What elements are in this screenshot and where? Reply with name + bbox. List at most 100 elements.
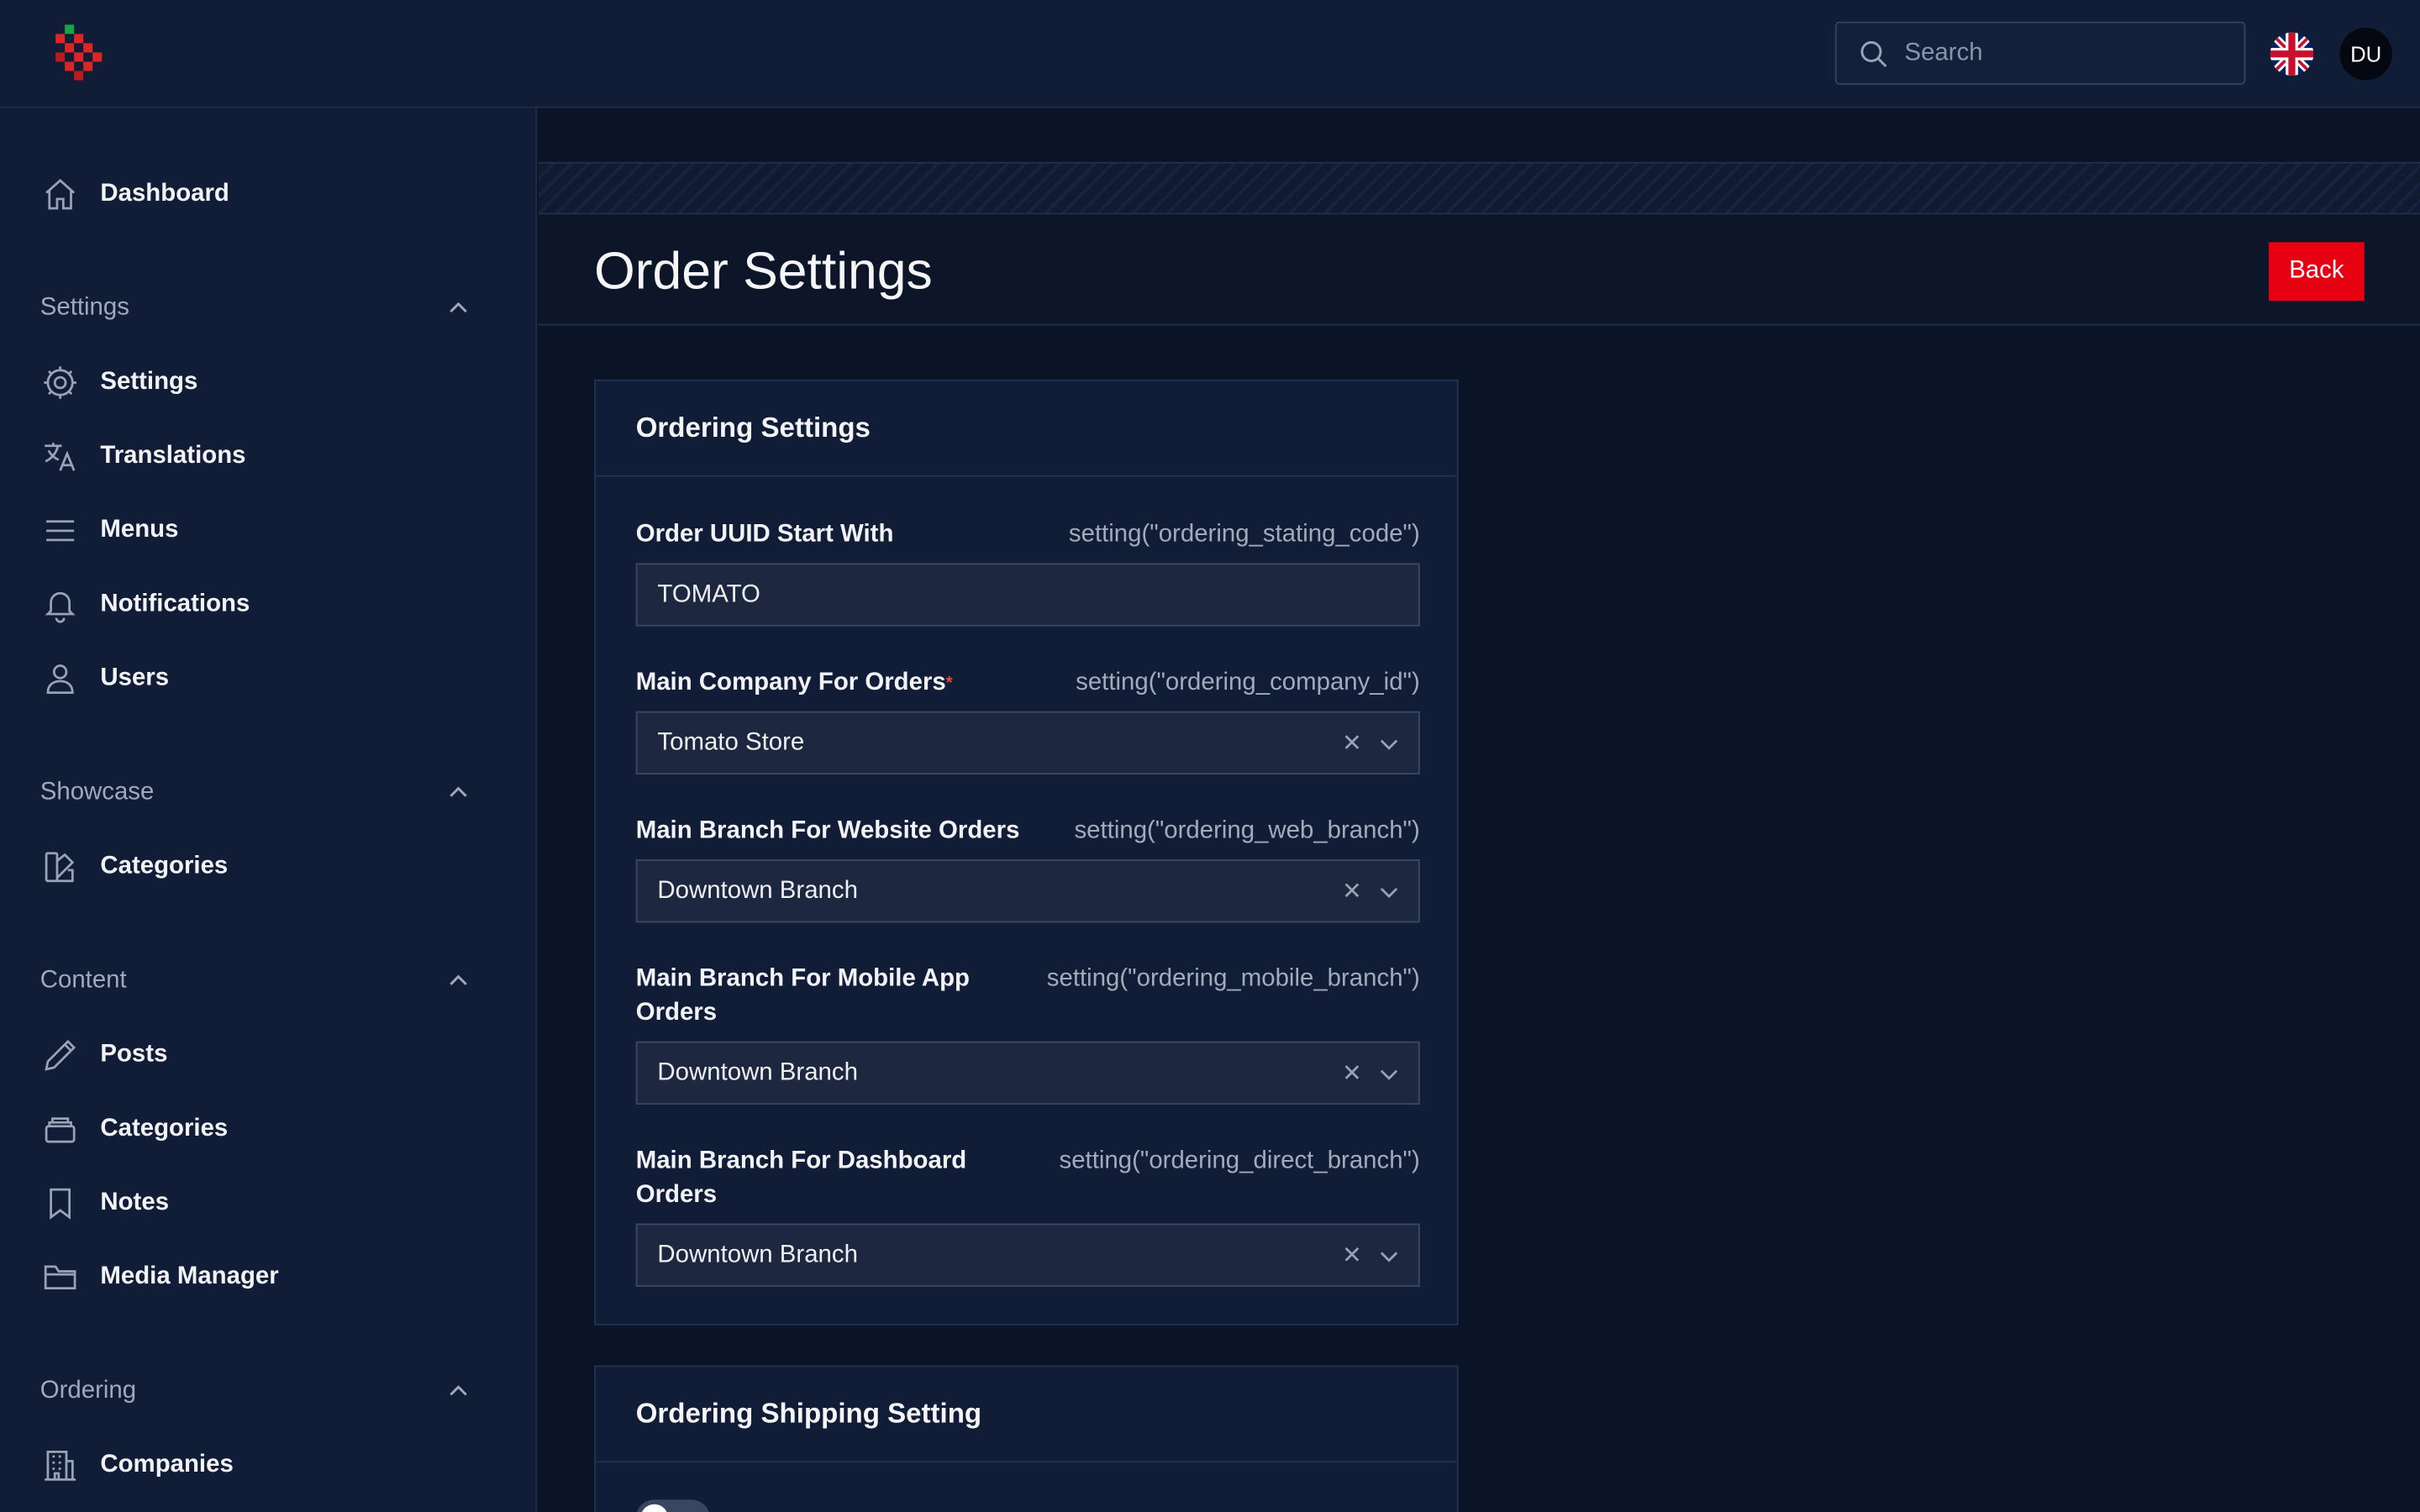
sidebar-item-label: Settings [100, 368, 198, 396]
gear-icon [40, 363, 81, 403]
select-value: Tomato Store [657, 728, 805, 756]
sidebar-item-users[interactable]: Users [40, 656, 169, 702]
card-title: Ordering Shipping Setting [595, 1367, 1457, 1463]
sidebar-group-content[interactable]: Content [40, 963, 470, 1000]
sidebar-item-label: Users [100, 664, 170, 691]
sidebar-group-ordering[interactable]: Ordering [40, 1373, 470, 1410]
sidebar-item-label: Categories [100, 1115, 229, 1142]
chevron-up-icon [450, 974, 467, 985]
search-input[interactable] [1904, 23, 2229, 84]
select-value: Downtown Branch [657, 1058, 858, 1086]
dashboard-branch-select[interactable]: Downtown Branch [635, 1223, 1420, 1287]
chevron-down-icon[interactable] [1378, 881, 1400, 903]
sidebar: Dashboard Settings Settings Translations… [0, 108, 538, 1512]
sidebar-item-label: Dashboard [100, 180, 229, 207]
web-branch-select[interactable]: Downtown Branch [635, 859, 1420, 923]
select-value: Downtown Branch [657, 1241, 858, 1268]
field-label: Order UUID Start With [635, 521, 894, 549]
page-header: Order Settings Back [539, 214, 2420, 326]
sidebar-item-translations[interactable]: Translations [40, 433, 246, 480]
field-label: Main Branch For Mobile App Orders [635, 965, 970, 1026]
user-avatar[interactable]: DU [2339, 28, 2392, 81]
stack-icon [40, 1110, 81, 1150]
chevron-up-icon [450, 302, 467, 313]
user-icon [40, 659, 81, 699]
chevron-up-icon [450, 1385, 467, 1396]
sidebar-item-label: Companies [100, 1452, 234, 1478]
search-icon [1860, 41, 1887, 68]
chevron-up-icon [450, 786, 467, 797]
field-order-uuid: Order UUID Start With setting("ordering_… [635, 518, 1420, 627]
folder-icon [40, 1257, 81, 1298]
field-dashboard-branch: Main Branch For Dashboard Orders setting… [635, 1145, 1420, 1287]
field-label: Main Company For Orders* [635, 669, 953, 696]
sidebar-item-label: Menus [100, 517, 179, 543]
field-hint: setting("ordering_company_id") [1076, 669, 1420, 696]
shipping-settings-card: Ordering Shipping Setting [594, 1365, 1459, 1512]
translate-icon [40, 437, 81, 477]
uk-flag-icon[interactable] [2270, 32, 2314, 76]
sidebar-item-dashboard[interactable]: Dashboard [40, 171, 229, 218]
shipping-toggle[interactable] [635, 1499, 710, 1512]
sidebar-item-companies[interactable]: Companies [40, 1442, 234, 1488]
field-hint: setting("ordering_mobile_branch") [1046, 965, 1420, 992]
field-hint: setting("ordering_stating_code") [1068, 521, 1420, 549]
order-uuid-input[interactable]: TOMATO [635, 563, 1420, 627]
input-value: TOMATO [657, 580, 760, 607]
top-bar: DU [0, 0, 2420, 108]
sidebar-item-posts[interactable]: Posts [40, 1032, 168, 1079]
bell-icon [40, 585, 81, 625]
field-hint: setting("ordering_direct_branch") [1059, 1147, 1420, 1174]
sidebar-item-label: Media Manager [100, 1263, 279, 1290]
clear-icon[interactable] [1341, 1062, 1363, 1084]
search-box[interactable] [1834, 21, 2246, 86]
sidebar-item-settings[interactable]: Settings [40, 360, 198, 406]
clear-icon[interactable] [1341, 1243, 1363, 1265]
clear-icon[interactable] [1341, 732, 1363, 753]
main-company-select[interactable]: Tomato Store [635, 711, 1420, 775]
field-label: Main Branch For Website Orders [635, 817, 1020, 844]
ordering-settings-card: Ordering Settings Order UUID Start With … [594, 379, 1459, 1326]
field-main-company: Main Company For Orders* setting("orderi… [635, 666, 1420, 775]
bookmark-icon [40, 1184, 81, 1224]
sidebar-item-media-manager[interactable]: Media Manager [40, 1254, 279, 1300]
clear-icon[interactable] [1341, 879, 1363, 901]
page-title: Order Settings [594, 242, 933, 302]
toggle-knob [640, 1504, 669, 1512]
sidebar-group-label: Settings [39, 294, 129, 322]
sidebar-item-content-categories[interactable]: Categories [40, 1106, 229, 1152]
swatch-icon [40, 847, 81, 887]
sidebar-item-label: Translations [100, 443, 246, 470]
field-hint: setting("ordering_web_branch") [1074, 817, 1420, 844]
field-label: Main Branch For Dashboard Orders [635, 1147, 967, 1209]
sidebar-item-showcase-categories[interactable]: Categories [40, 844, 229, 890]
chevron-down-icon[interactable] [1378, 732, 1400, 754]
card-title: Ordering Settings [595, 381, 1457, 477]
app-logo[interactable] [55, 24, 105, 83]
home-icon [40, 175, 81, 215]
sidebar-group-showcase[interactable]: Showcase [40, 774, 470, 811]
app-root: DU Dashboard Settings Settings Translati… [0, 0, 2420, 1512]
back-button[interactable]: Back [2268, 242, 2365, 302]
required-marker: * [945, 674, 953, 693]
sidebar-group-label: Showcase [39, 779, 155, 806]
sidebar-group-label: Ordering [39, 1378, 137, 1404]
menu-lines-icon [40, 511, 81, 551]
mobile-branch-select[interactable]: Downtown Branch [635, 1041, 1420, 1105]
chevron-down-icon[interactable] [1378, 1063, 1400, 1084]
sidebar-group-label: Content [39, 967, 127, 994]
chevron-down-icon[interactable] [1378, 1245, 1400, 1267]
sidebar-group-settings[interactable]: Settings [40, 290, 470, 327]
sidebar-item-menus[interactable]: Menus [40, 507, 179, 554]
page-banner [539, 161, 2420, 215]
sidebar-item-notes[interactable]: Notes [40, 1180, 169, 1226]
field-web-branch: Main Branch For Website Orders setting("… [635, 815, 1420, 923]
pencil-icon [40, 1035, 81, 1075]
sidebar-item-label: Categories [100, 853, 229, 879]
sidebar-item-label: Notifications [100, 591, 250, 617]
building-icon [40, 1446, 81, 1486]
field-mobile-branch: Main Branch For Mobile App Orders settin… [635, 963, 1420, 1105]
sidebar-item-notifications[interactable]: Notifications [40, 581, 250, 627]
sidebar-item-label: Posts [100, 1041, 168, 1068]
select-value: Downtown Branch [657, 877, 858, 904]
